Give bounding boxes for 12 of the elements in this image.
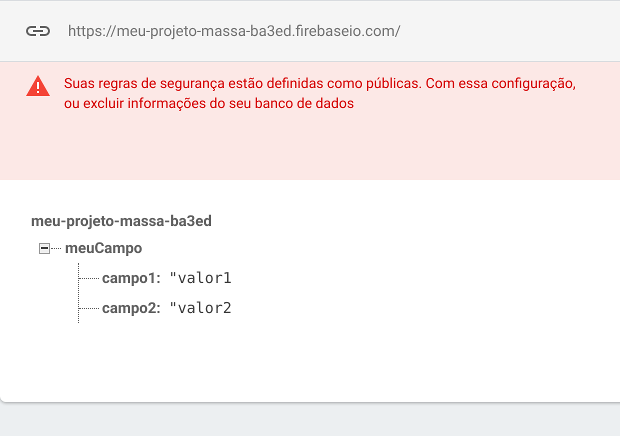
root-node-label: meu-projeto-massa-ba3ed (31, 211, 213, 232)
field-value[interactable]: "valor1 (168, 266, 232, 290)
database-url[interactable]: https://meu-projeto-massa-ba3ed.firebaseio.com/ (68, 20, 401, 42)
security-warning-text: Suas regras de segurança estão definidas como públicas. Com essa configuração, (64, 75, 576, 94)
node-label[interactable]: meuCampo (65, 236, 142, 260)
field-key: campo1: (102, 266, 161, 290)
link-icon (26, 25, 50, 37)
field-key: campo2: (102, 296, 161, 320)
security-warning-text: ou excluir informações do seu banco de dados (64, 95, 356, 114)
warning-icon (26, 75, 50, 96)
field-value[interactable]: "valor2 (168, 296, 232, 320)
collapse-toggle[interactable] (39, 242, 50, 254)
